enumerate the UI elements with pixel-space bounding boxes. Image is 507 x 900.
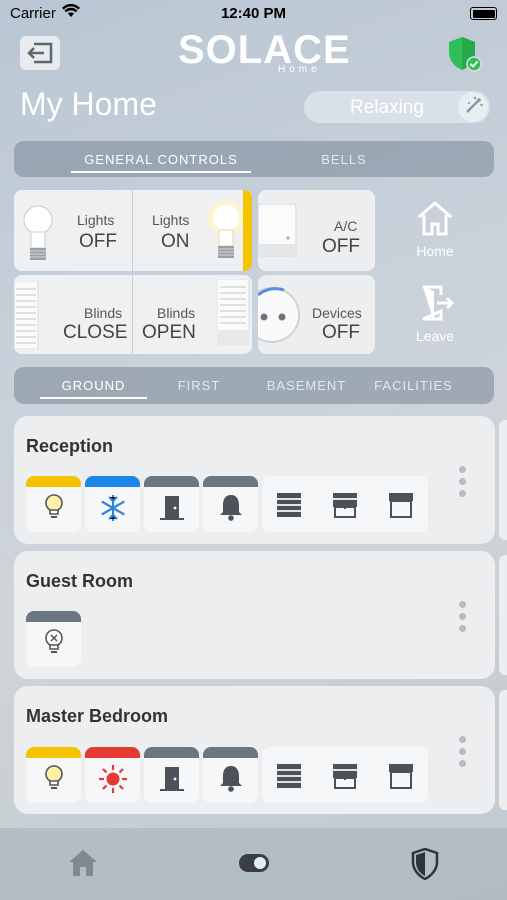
room-card-reception[interactable]: Reception (14, 416, 495, 544)
door-icon (159, 496, 184, 520)
tab-security[interactable] (411, 847, 439, 885)
next-room-card-edge (499, 555, 507, 675)
tab-controls[interactable] (238, 853, 270, 878)
room-name: Master Bedroom (26, 706, 169, 726)
door-toggle[interactable] (144, 747, 199, 803)
lights-off-button[interactable]: Lights OFF (14, 190, 132, 271)
door-toggle[interactable] (144, 476, 199, 532)
bottom-tab-bar (0, 828, 507, 900)
ac-unit-icon (258, 204, 297, 257)
lights-on-button[interactable]: Lights ON (133, 190, 252, 271)
blinds-closed-icon[interactable] (276, 492, 302, 518)
home-icon (418, 201, 452, 236)
bulb-icon (44, 494, 63, 518)
tab-first[interactable]: FIRST (154, 367, 244, 403)
bell-icon (219, 766, 242, 792)
bulb-off-icon (44, 629, 63, 653)
blinds-half-icon[interactable] (332, 763, 358, 789)
ac-toggle[interactable] (85, 476, 140, 532)
blinds-control: Blinds CLOSE Blinds OPEN (14, 275, 252, 354)
bulb-off-icon (23, 205, 53, 260)
back-button[interactable] (20, 36, 60, 70)
sun-icon (98, 765, 127, 793)
tab-bells[interactable]: BELLS (269, 141, 419, 177)
blinds-closed-icon[interactable] (276, 763, 302, 789)
bulb-on-icon (208, 200, 244, 258)
blinds-open-icon[interactable] (388, 763, 414, 789)
next-room-card-edge (499, 690, 507, 810)
home-icon (69, 850, 97, 876)
tab-facilities[interactable]: FACILITIES (366, 367, 461, 403)
light-toggle[interactable] (26, 611, 81, 667)
blinds-open-button[interactable]: Blinds OPEN (133, 275, 252, 354)
home-mode-button[interactable]: Home (405, 198, 465, 259)
snowflake-icon (100, 495, 125, 521)
back-arrow-icon (27, 42, 53, 64)
bell-toggle[interactable] (203, 476, 258, 532)
control-tabs: GENERAL CONTROLS BELLS (14, 141, 494, 177)
room-name: Guest Room (26, 571, 134, 591)
leave-mode-label: Leave (415, 328, 455, 344)
tab-general-controls[interactable]: GENERAL CONTROLS (71, 141, 251, 177)
tab-home[interactable] (67, 848, 99, 883)
battery-icon (470, 7, 497, 20)
status-bar: Carrier 12:40 PM (0, 0, 507, 30)
light-toggle[interactable] (26, 476, 81, 532)
mode-selector[interactable]: Relaxing (304, 91, 490, 123)
more-options-icon[interactable] (459, 736, 467, 772)
blinds-half-icon[interactable] (332, 492, 358, 518)
shield-check-icon (449, 37, 482, 72)
more-options-icon[interactable] (459, 601, 467, 637)
floor-tabs: GROUND FIRST BASEMENT FACILITIES (14, 367, 494, 404)
room-card-guest-room[interactable]: Guest Room (14, 551, 495, 679)
lights-control: Lights OFF Lights ON (14, 190, 252, 271)
room-card-master-bedroom[interactable]: Master Bedroom (14, 686, 495, 814)
blinds-closed-icon (14, 281, 39, 349)
blinds-close-button[interactable]: Blinds CLOSE (14, 275, 132, 354)
home-mode-label: Home (416, 243, 454, 259)
page-title: My Home (20, 86, 157, 122)
clock: 12:40 PM (220, 5, 287, 22)
toggle-icon (239, 854, 269, 872)
mode-label: Relaxing (350, 97, 424, 118)
ac-toggle[interactable] (85, 747, 140, 803)
bell-icon (219, 495, 242, 521)
door-icon (159, 767, 184, 791)
room-name: Reception (26, 436, 114, 456)
more-options-icon[interactable] (459, 466, 467, 502)
light-toggle[interactable] (26, 747, 81, 803)
mode-icon (458, 92, 488, 122)
app-logo: SOLACE Home (178, 28, 351, 75)
devices-off-button[interactable]: Devices OFF (258, 275, 375, 354)
bell-toggle[interactable] (203, 747, 258, 803)
tab-ground[interactable]: GROUND (40, 367, 147, 403)
bulb-icon (44, 765, 63, 789)
tab-basement[interactable]: BASEMENT (254, 367, 359, 403)
blinds-group (262, 747, 428, 803)
leave-door-icon (422, 285, 455, 321)
power-socket-icon (258, 287, 300, 343)
blinds-open-icon (217, 279, 250, 345)
blinds-group (262, 476, 428, 532)
blinds-open-icon[interactable] (388, 492, 414, 518)
next-room-card-edge (499, 420, 507, 540)
leave-mode-button[interactable]: Leave (405, 283, 465, 344)
security-status-button[interactable] (446, 35, 482, 78)
ac-off-button[interactable]: A/C OFF (258, 190, 375, 271)
shield-icon (411, 847, 439, 881)
